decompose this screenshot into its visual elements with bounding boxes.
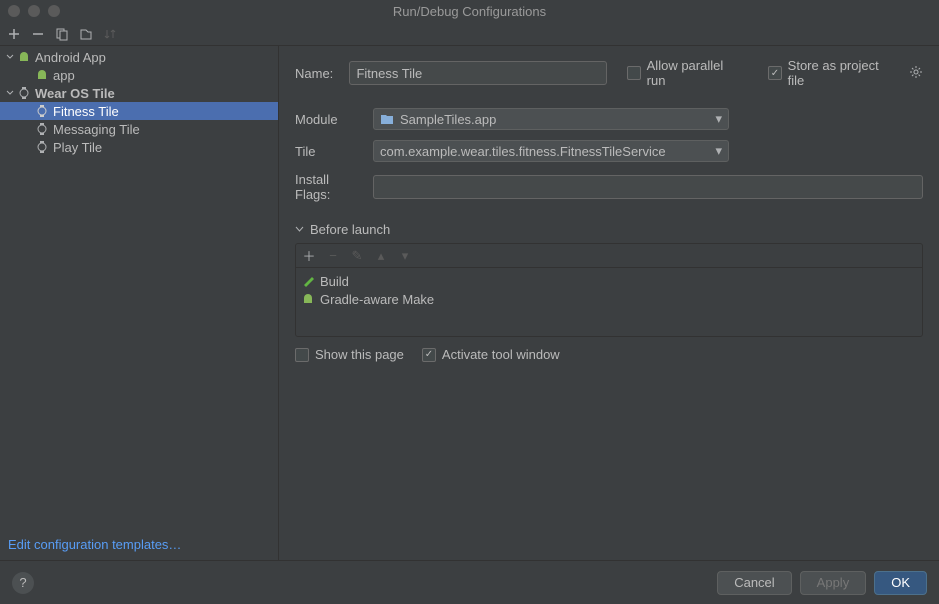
before-down-button[interactable]: ▾ — [398, 248, 412, 264]
edit-templates-link[interactable]: Edit configuration templates… — [8, 537, 181, 552]
checkbox-icon — [627, 66, 641, 80]
chevron-down-icon — [295, 225, 304, 234]
window-zoom-icon[interactable] — [48, 5, 60, 17]
checkbox-icon — [768, 66, 782, 80]
watch-icon — [34, 105, 50, 117]
android-icon — [302, 293, 314, 305]
window-title: Run/Debug Configurations — [393, 4, 546, 19]
install-flags-input[interactable] — [373, 175, 923, 199]
remove-config-button[interactable] — [28, 24, 48, 44]
before-item-label: Build — [320, 274, 349, 289]
allow-parallel-checkbox[interactable]: Allow parallel run — [627, 58, 742, 88]
module-label: Module — [295, 112, 363, 127]
module-value: SampleTiles.app — [400, 112, 496, 127]
tree-item-app[interactable]: app — [0, 66, 278, 84]
checkbox-icon — [295, 348, 309, 362]
gear-icon[interactable] — [909, 65, 923, 82]
before-item-gradle-make[interactable]: Gradle-aware Make — [296, 290, 922, 308]
show-this-page-label: Show this page — [315, 347, 404, 362]
folder-icon — [380, 113, 394, 125]
watch-icon — [34, 141, 50, 153]
tree-group-label: Android App — [35, 50, 106, 65]
install-flags-label: Install Flags: — [295, 172, 363, 202]
tile-value: com.example.wear.tiles.fitness.FitnessTi… — [380, 144, 666, 159]
add-config-button[interactable] — [4, 24, 24, 44]
tree-item-messaging-tile[interactable]: Messaging Tile — [0, 120, 278, 138]
before-item-build[interactable]: Build — [296, 272, 922, 290]
before-remove-button[interactable]: − — [326, 248, 340, 263]
cancel-button[interactable]: Cancel — [717, 571, 791, 595]
name-input[interactable] — [349, 61, 607, 85]
tree-item-label: Fitness Tile — [53, 104, 119, 119]
config-tree[interactable]: Android App app Wear OS Tile Fitness Til… — [0, 46, 278, 529]
name-label: Name: — [295, 66, 339, 81]
ok-button[interactable]: OK — [874, 571, 927, 595]
before-edit-button[interactable]: ✎ — [350, 248, 364, 264]
save-config-button[interactable] — [76, 24, 96, 44]
tree-item-fitness-tile[interactable]: Fitness Tile — [0, 102, 278, 120]
hammer-icon — [302, 275, 314, 287]
before-up-button[interactable]: ▴ — [374, 248, 388, 264]
chevron-down-icon — [4, 89, 16, 97]
android-icon — [34, 69, 50, 81]
tree-group-label: Wear OS Tile — [35, 86, 115, 101]
before-launch-list[interactable]: Build Gradle-aware Make — [296, 268, 922, 336]
watch-icon — [34, 123, 50, 135]
before-launch-title: Before launch — [310, 222, 390, 237]
tree-group-android-app[interactable]: Android App — [0, 48, 278, 66]
checkbox-icon — [422, 348, 436, 362]
chevron-down-icon — [4, 53, 16, 61]
sort-config-button[interactable] — [100, 24, 120, 44]
activate-tool-checkbox[interactable]: Activate tool window — [422, 347, 560, 362]
before-launch-header[interactable]: Before launch — [295, 222, 923, 237]
activate-tool-label: Activate tool window — [442, 347, 560, 362]
watch-icon — [16, 87, 32, 99]
tree-item-label: app — [53, 68, 75, 83]
tile-label: Tile — [295, 144, 363, 159]
chevron-down-icon: ▾ — [715, 143, 722, 159]
store-as-project-checkbox[interactable]: Store as project file — [768, 58, 895, 88]
chevron-down-icon: ▾ — [715, 111, 722, 127]
copy-config-button[interactable] — [52, 24, 72, 44]
tree-item-play-tile[interactable]: Play Tile — [0, 138, 278, 156]
android-icon — [16, 51, 32, 63]
module-dropdown[interactable]: SampleTiles.app ▾ — [373, 108, 729, 130]
allow-parallel-label: Allow parallel run — [647, 58, 742, 88]
window-close-icon[interactable] — [8, 5, 20, 17]
tree-item-label: Play Tile — [53, 140, 102, 155]
store-as-project-label: Store as project file — [788, 58, 895, 88]
help-button[interactable]: ? — [12, 572, 34, 594]
tile-dropdown[interactable]: com.example.wear.tiles.fitness.FitnessTi… — [373, 140, 729, 162]
window-minimize-icon[interactable] — [28, 5, 40, 17]
show-this-page-checkbox[interactable]: Show this page — [295, 347, 404, 362]
before-item-label: Gradle-aware Make — [320, 292, 434, 307]
apply-button[interactable]: Apply — [800, 571, 867, 595]
before-add-button[interactable]: ＋ — [302, 246, 316, 265]
tree-item-label: Messaging Tile — [53, 122, 140, 137]
tree-group-wear-os-tile[interactable]: Wear OS Tile — [0, 84, 278, 102]
